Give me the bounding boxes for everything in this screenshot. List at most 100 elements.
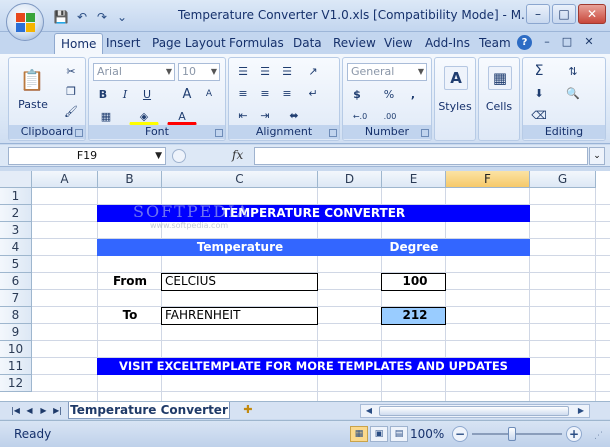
footer-band[interactable]: VISIT EXCELTEMPLATE FOR MORE TEMPLATES A… xyxy=(97,358,530,375)
decrease-decimal-button[interactable]: .00 xyxy=(377,107,403,125)
sheet-tab-temperature-converter[interactable]: Temperature Converter xyxy=(68,402,230,419)
column-header-c[interactable]: C xyxy=(162,171,318,188)
customize-qat-icon[interactable]: ⌄ xyxy=(114,9,130,25)
clipboard-dialog-launcher[interactable] xyxy=(75,129,83,137)
tab-add-ins[interactable]: Add-Ins xyxy=(419,33,476,54)
row-header-1[interactable]: 1 xyxy=(0,188,32,205)
worksheet-grid[interactable]: A B C D E F G 1 2 3 4 5 6 7 8 9 10 11 12… xyxy=(0,171,610,401)
insert-function-button[interactable]: fx xyxy=(232,147,243,164)
clear-icon[interactable]: ⌫ xyxy=(529,106,549,124)
tab-home[interactable]: Home xyxy=(54,33,104,54)
close-button[interactable]: ✕ xyxy=(578,4,606,24)
bold-button[interactable]: B xyxy=(93,85,113,103)
workbook-close-icon[interactable]: ✕ xyxy=(582,35,596,49)
font-size-combo[interactable]: 10 ▼ xyxy=(178,63,220,81)
tab-team[interactable]: Team xyxy=(473,33,517,54)
scrollbar-thumb[interactable] xyxy=(379,406,569,416)
row-header-12[interactable]: 12 xyxy=(0,375,32,392)
formula-input[interactable] xyxy=(254,147,588,165)
align-middle-icon[interactable]: ☰ xyxy=(255,62,275,80)
undo-icon[interactable]: ↶ xyxy=(74,9,90,25)
number-format-combo[interactable]: General ▼ xyxy=(347,63,427,81)
select-all-button[interactable] xyxy=(0,171,32,188)
tab-insert[interactable]: Insert xyxy=(100,33,146,54)
workbook-restore-icon[interactable]: □ xyxy=(560,35,574,49)
normal-view-icon[interactable]: ▦ xyxy=(350,426,368,442)
fill-color-icon[interactable]: ◈ xyxy=(129,107,159,125)
column-header-f[interactable]: F xyxy=(446,171,530,188)
font-color-button[interactable]: A xyxy=(167,107,197,125)
row-header-7[interactable]: 7 xyxy=(0,290,32,307)
styles-icon[interactable]: A xyxy=(444,66,468,90)
autosum-button[interactable]: Σ xyxy=(529,62,549,80)
prev-sheet-icon[interactable]: ◀ xyxy=(24,404,35,417)
row-header-10[interactable]: 10 xyxy=(0,341,32,358)
to-value-cell[interactable]: 212 xyxy=(381,307,446,325)
from-value-cell[interactable]: 100 xyxy=(381,273,446,291)
grow-font-button[interactable]: A xyxy=(177,85,197,103)
name-box[interactable]: F19 ▼ xyxy=(8,147,166,165)
column-header-g[interactable]: G xyxy=(530,171,596,188)
formula-bar-grip-icon[interactable] xyxy=(172,149,186,163)
save-icon[interactable]: 💾 xyxy=(52,9,70,25)
zoom-slider-track[interactable] xyxy=(472,433,562,435)
last-sheet-icon[interactable]: ▶| xyxy=(52,404,63,417)
tab-review[interactable]: Review xyxy=(327,33,382,54)
shrink-font-button[interactable]: A xyxy=(199,85,219,103)
cells-group[interactable]: ▦ Cells xyxy=(478,57,520,141)
paste-button[interactable]: Paste xyxy=(13,98,53,111)
insert-sheet-icon[interactable]: ✚ xyxy=(238,403,258,418)
increase-indent-icon[interactable]: ⇥ xyxy=(255,106,275,124)
column-header-b[interactable]: B xyxy=(98,171,162,188)
borders-icon[interactable]: ▦ xyxy=(93,107,119,125)
find-select-icon[interactable]: 🔍 xyxy=(563,84,583,102)
office-button[interactable] xyxy=(6,3,44,41)
align-right-icon[interactable]: ≡ xyxy=(277,84,297,102)
degree-header[interactable]: Degree xyxy=(382,239,446,255)
redo-icon[interactable]: ↷ xyxy=(94,9,110,25)
comma-button[interactable]: , xyxy=(403,85,423,103)
zoom-level[interactable]: 100% xyxy=(410,427,444,441)
from-unit-cell[interactable]: CELCIUS xyxy=(161,273,318,291)
expand-formula-bar-icon[interactable]: ⌄ xyxy=(589,147,605,165)
row-header-11[interactable]: 11 xyxy=(0,358,32,375)
resize-grip-icon[interactable]: ⋰ xyxy=(594,431,606,443)
font-dialog-launcher[interactable] xyxy=(215,129,223,137)
paste-icon[interactable]: 📋 xyxy=(17,64,47,96)
copy-icon[interactable]: ❐ xyxy=(61,82,81,100)
next-sheet-icon[interactable]: ▶ xyxy=(38,404,49,417)
align-center-icon[interactable]: ≡ xyxy=(255,84,275,102)
wrap-text-icon[interactable]: ↵ xyxy=(303,84,323,102)
page-break-view-icon[interactable]: ▤ xyxy=(390,426,408,442)
to-unit-cell[interactable]: FAHRENHEIT xyxy=(161,307,318,325)
minimize-button[interactable]: – xyxy=(526,4,550,24)
tab-formulas[interactable]: Formulas xyxy=(223,33,290,54)
merge-center-icon[interactable]: ⬌ xyxy=(281,106,307,124)
italic-button[interactable]: I xyxy=(115,85,135,103)
column-header-a[interactable]: A xyxy=(32,171,98,188)
horizontal-scrollbar[interactable]: ◀ ▶ xyxy=(360,404,590,418)
tab-page-layout[interactable]: Page Layout xyxy=(146,33,232,54)
cells-icon[interactable]: ▦ xyxy=(488,66,512,90)
alignment-dialog-launcher[interactable] xyxy=(329,129,337,137)
row-header-9[interactable]: 9 xyxy=(0,324,32,341)
decrease-indent-icon[interactable]: ⇤ xyxy=(233,106,253,124)
styles-group[interactable]: A Styles xyxy=(434,57,476,141)
sort-filter-icon[interactable]: ⇅ xyxy=(563,62,583,80)
currency-button[interactable]: $ xyxy=(347,85,367,103)
align-bottom-icon[interactable]: ☰ xyxy=(277,62,297,80)
align-left-icon[interactable]: ≡ xyxy=(233,84,253,102)
zoom-in-button[interactable]: + xyxy=(566,426,582,442)
page-layout-view-icon[interactable]: ▣ xyxy=(370,426,388,442)
align-top-icon[interactable]: ☰ xyxy=(233,62,253,80)
row-header-6[interactable]: 6 xyxy=(0,273,32,290)
increase-decimal-button[interactable]: ←.0 xyxy=(347,107,373,125)
row-header-4[interactable]: 4 xyxy=(0,239,32,256)
zoom-slider-thumb[interactable] xyxy=(508,427,516,441)
orientation-icon[interactable]: ↗ xyxy=(303,62,323,80)
cut-icon[interactable]: ✂ xyxy=(61,62,81,80)
temperature-header[interactable]: Temperature xyxy=(162,239,318,255)
first-sheet-icon[interactable]: |◀ xyxy=(10,404,21,417)
maximize-button[interactable]: □ xyxy=(552,4,576,24)
zoom-out-button[interactable]: − xyxy=(452,426,468,442)
